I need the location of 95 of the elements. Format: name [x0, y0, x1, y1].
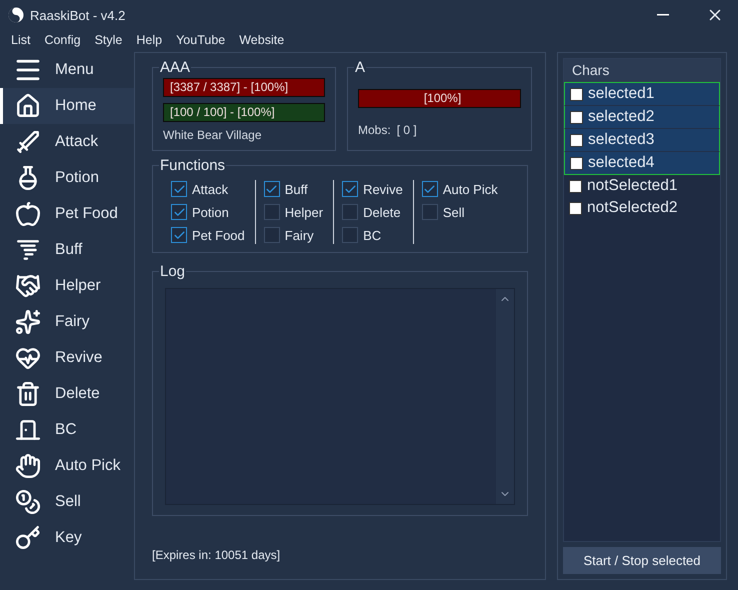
checkbox[interactable]	[171, 227, 187, 243]
check-icon	[172, 228, 186, 242]
sidebar-item[interactable]: Home	[0, 88, 134, 124]
checkbox[interactable]	[570, 110, 583, 124]
sidebar-item[interactable]: Attack	[0, 124, 134, 160]
char-name: selected3	[588, 131, 654, 149]
tornado-icon	[15, 237, 41, 263]
start-stop-button[interactable]: Start / Stop selected	[563, 547, 721, 574]
checkbox[interactable]	[422, 204, 438, 220]
sidebar-item[interactable]: Potion	[0, 160, 134, 196]
group-title: AAA	[159, 59, 192, 76]
trash-icon	[15, 381, 41, 407]
char-name: selected4	[588, 154, 654, 172]
char-item[interactable]: selected1	[564, 82, 720, 106]
checkbox[interactable]	[422, 181, 438, 197]
sidebar-item[interactable]: BC	[0, 412, 134, 448]
sword-icon	[15, 129, 41, 155]
handshake-icon	[15, 273, 41, 299]
checkbox-label: Potion	[192, 204, 229, 220]
sidebar-item[interactable]: Revive	[0, 340, 134, 376]
minimize-icon	[657, 14, 669, 16]
checkbox[interactable]	[264, 204, 280, 220]
menubar-entry[interactable]: Website	[232, 33, 292, 47]
mobs-count: [ 0 ]	[396, 123, 417, 137]
checkbox[interactable]	[171, 204, 187, 220]
checkbox-label: Pet Food	[192, 228, 245, 242]
sidebar-item[interactable]: Buff	[0, 232, 134, 268]
yin-yang-icon	[8, 7, 24, 23]
hand-icon	[15, 453, 41, 479]
checkbox-label: BC	[363, 228, 382, 242]
char-item[interactable]: notSelected1	[564, 175, 720, 197]
list-header: Chars	[564, 59, 720, 82]
checkbox-label: Delete	[363, 204, 401, 220]
checkbox[interactable]	[342, 181, 358, 197]
progress-bar: [3387 / 3387] - [100%]	[163, 78, 325, 97]
checkbox[interactable]	[569, 180, 582, 192]
group-title: Log	[159, 263, 186, 280]
house-icon	[15, 93, 41, 119]
sidebar-item[interactable]: Pet Food	[0, 196, 134, 232]
checkbox-label: Attack	[192, 182, 228, 196]
menubar-entry[interactable]: Config	[37, 33, 88, 47]
location-label: White Bear Village	[163, 128, 262, 142]
door-icon	[15, 417, 41, 443]
menubar-entry[interactable]: Style	[88, 33, 130, 47]
checkbox[interactable]	[570, 88, 583, 100]
check-icon	[423, 182, 436, 196]
checkbox-label: Revive	[363, 182, 403, 196]
char-name: notSelected1	[587, 177, 678, 195]
checkbox[interactable]	[171, 181, 187, 197]
checkbox[interactable]	[569, 202, 582, 214]
sidebar-item[interactable]: Delete	[0, 376, 134, 412]
checkbox[interactable]	[570, 134, 583, 146]
expiry-text: [Expires in: 10051 days]	[152, 548, 280, 562]
scrollbar[interactable]	[496, 289, 514, 504]
sidebar-item[interactable]: Key	[0, 520, 134, 556]
menubar-entry[interactable]: Help	[129, 33, 170, 47]
coins-icon	[15, 489, 41, 515]
window-title: RaaskiBot - v4.2	[30, 8, 126, 22]
sidebar-item[interactable]: Sell	[0, 484, 134, 520]
sidebar-item[interactable]: Auto Pick	[0, 448, 134, 484]
checkbox[interactable]	[264, 181, 280, 197]
sidebar-item[interactable]: Fairy	[0, 304, 134, 340]
progress-bar: [100%]	[358, 89, 521, 108]
checkbox[interactable]	[570, 156, 583, 170]
char-item[interactable]: selected4	[564, 152, 720, 175]
menubar-entry[interactable]: List	[4, 33, 38, 47]
check-icon	[172, 182, 186, 196]
check-icon	[172, 206, 186, 218]
checkbox-label: Buff	[284, 182, 308, 196]
mobs-label: Mobs:	[358, 123, 391, 137]
char-item[interactable]: selected3	[564, 129, 720, 152]
menubar-entry[interactable]: YouTube	[169, 33, 232, 47]
checkbox[interactable]	[342, 227, 358, 243]
key-icon	[15, 525, 41, 551]
sidebar-item[interactable]: Helper	[0, 268, 134, 304]
checkbox-label: Auto Pick	[442, 182, 498, 196]
sidebar-item[interactable]: Menu	[0, 52, 134, 88]
char-name: notSelected2	[587, 199, 678, 217]
check-icon	[265, 182, 278, 196]
heart-pulse-icon	[15, 345, 41, 371]
checkbox-label: Fairy	[284, 228, 314, 242]
sparkles-icon	[15, 309, 41, 335]
checkbox-label: Helper	[284, 204, 324, 220]
checkbox-label: Sell	[442, 204, 464, 220]
progress-bar: [100 / 100] - [100%]	[163, 103, 325, 122]
check-icon	[344, 182, 357, 196]
char-name: selected2	[588, 108, 654, 126]
checkbox[interactable]	[342, 204, 358, 220]
apple-icon	[15, 201, 41, 227]
char-item[interactable]: selected2	[564, 106, 720, 129]
checkbox[interactable]	[264, 227, 280, 243]
char-item[interactable]: notSelected2	[564, 197, 720, 219]
group-title: Functions	[159, 157, 226, 174]
group-title: A	[354, 59, 366, 76]
char-name: selected1	[588, 85, 654, 103]
